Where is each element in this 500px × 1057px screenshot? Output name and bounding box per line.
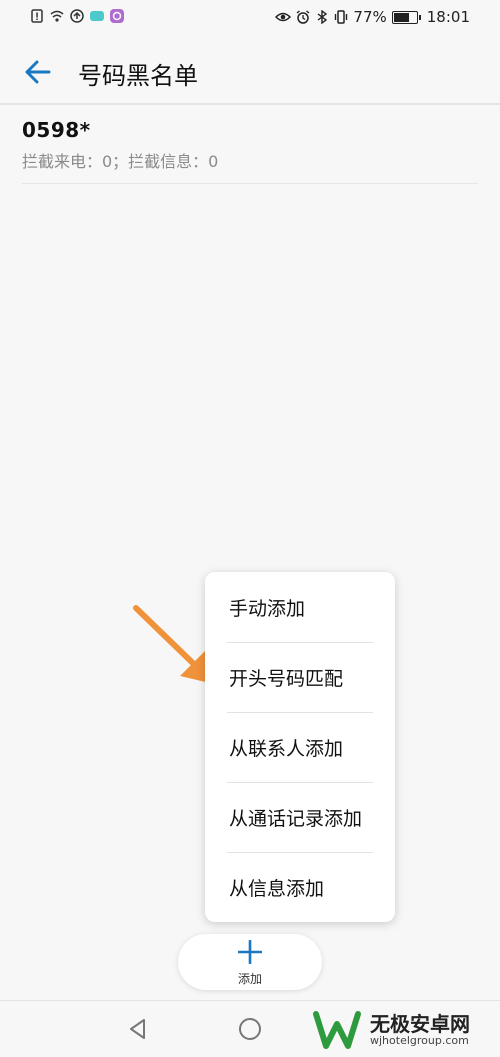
nav-home-icon[interactable] [236, 1015, 264, 1043]
add-button[interactable]: 添加 [178, 934, 322, 990]
page-title: 号码黑名单 [78, 62, 198, 90]
menu-item-label: 手动添加 [229, 598, 306, 620]
app-header: 号码黑名单 [0, 40, 500, 104]
watermark-brand: 无极安卓网 [370, 1012, 470, 1036]
add-button-label: 添加 [237, 972, 262, 986]
sync-icon [70, 9, 84, 23]
status-bar: 77% 18:01 [0, 0, 500, 40]
menu-item-manual-add[interactable]: 手动添加 [205, 572, 395, 642]
nav-back-icon[interactable] [124, 1015, 152, 1043]
clock: 18:01 [426, 8, 470, 26]
menu-item-label: 开头号码匹配 [229, 668, 344, 690]
menu-item-prefix-match[interactable]: 开头号码匹配 [205, 642, 395, 712]
app-badge-icon [90, 11, 104, 21]
vibrate-icon [335, 10, 348, 24]
sim-alert-icon [31, 9, 43, 23]
list-divider [22, 183, 478, 184]
menu-item-from-contacts[interactable]: 从联系人添加 [205, 712, 395, 782]
battery-icon [391, 10, 421, 24]
watermark-url: wjhotelgroup.com [370, 1034, 469, 1047]
wifi-icon [50, 10, 64, 22]
menu-item-label: 从信息添加 [229, 878, 325, 900]
status-right: 77% 18:01 [275, 8, 470, 26]
menu-item-from-call-log[interactable]: 从通话记录添加 [205, 782, 395, 852]
eye-icon [275, 12, 292, 22]
menu-item-label: 从通话记录添加 [229, 808, 363, 830]
add-options-menu: 手动添加 开头号码匹配 从联系人添加 从通话记录添加 从信息添加 [205, 572, 395, 922]
bluetooth-icon [318, 10, 328, 24]
header-divider [0, 103, 500, 105]
alarm-icon [296, 10, 310, 24]
blocked-number: 0598* [22, 118, 91, 142]
back-arrow-icon[interactable] [20, 54, 56, 90]
battery-percent: 77% [353, 8, 387, 26]
block-stats: 拦截来电：0；拦截信息：0 [22, 152, 219, 171]
app-icon [110, 9, 124, 23]
menu-item-label: 从联系人添加 [229, 738, 344, 760]
blacklist-item[interactable]: 0598* 拦截来电：0；拦截信息：0 [22, 118, 477, 184]
watermark: 无极安卓网 wjhotelgroup.com [312, 1006, 500, 1052]
menu-item-from-messages[interactable]: 从信息添加 [205, 852, 395, 922]
watermark-logo-icon [313, 1011, 361, 1049]
status-left-icons [30, 9, 124, 23]
plus-icon [238, 940, 262, 964]
